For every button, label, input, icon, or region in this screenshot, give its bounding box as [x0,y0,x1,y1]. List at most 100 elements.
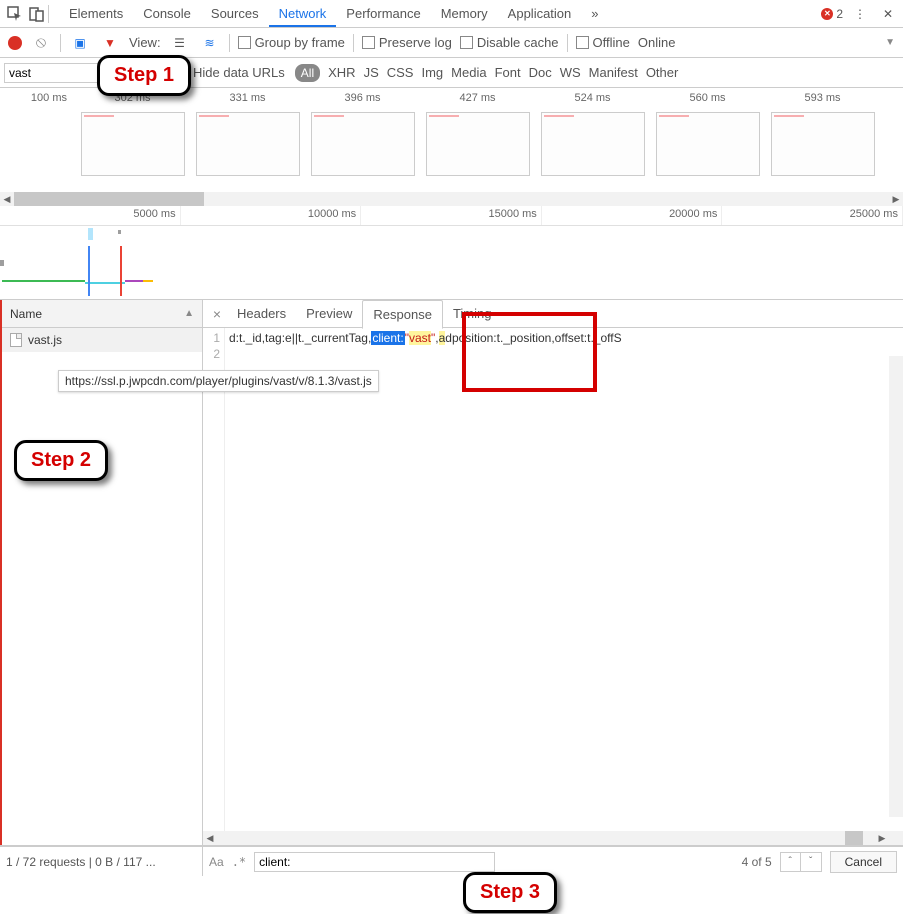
scrollbar-thumb[interactable] [845,831,863,845]
timeline-overview[interactable]: 5000 ms 10000 ms 15000 ms 20000 ms 25000… [0,206,903,300]
sort-arrow-icon: ▲ [184,308,194,319]
tab-memory[interactable]: Memory [431,0,498,27]
filter-categories: All XHR JS CSS Img Media Font Doc WS Man… [295,64,679,82]
search-prev-icon[interactable]: ˆ [781,853,801,871]
timeline-tick: 15000 ms [361,206,542,225]
hide-data-urls-checkbox[interactable]: Hide data URLs [176,65,285,80]
record-button[interactable] [8,36,22,50]
preserve-log-checkbox[interactable]: Preserve log [362,35,452,50]
filter-ws[interactable]: WS [560,65,581,80]
filmstrip-frame[interactable] [426,112,530,176]
inspect-element-icon[interactable] [4,3,26,25]
kebab-menu-icon[interactable]: ⋮ [849,3,871,25]
tab-console[interactable]: Console [133,0,201,27]
filter-all[interactable]: All [295,64,320,82]
filmstrip-tick: 427 ms [420,92,535,108]
search-input[interactable] [254,852,495,872]
disable-cache-checkbox[interactable]: Disable cache [460,35,559,50]
offline-checkbox[interactable]: Offline [576,35,630,50]
bottom-bar: 1 / 72 requests | 0 B / 117 ... Aa .* 4 … [0,846,903,876]
chevron-down-icon[interactable]: ▼ [885,37,895,48]
filter-img[interactable]: Img [421,65,443,80]
filter-font[interactable]: Font [495,65,521,80]
tab-preview[interactable]: Preview [296,300,362,327]
request-row-vast-js[interactable]: vast.js [2,328,202,352]
throttling-select[interactable]: Online [638,35,676,50]
filmstrip-frame[interactable] [771,112,875,176]
line-gutter: 1 2 [203,328,225,831]
divider [229,34,230,52]
response-code[interactable]: 1 2 d:t._id,tag:e||t._currentTag,client:… [203,328,903,831]
filmstrip-tick: 524 ms [535,92,650,108]
filmstrip-scrollbar[interactable]: ◀ ▶ [0,192,903,206]
tab-application[interactable]: Application [498,0,582,27]
scroll-right-icon[interactable]: ▶ [889,192,903,206]
large-rows-icon[interactable]: ☰ [169,32,191,54]
capture-screenshots-icon[interactable]: ▣ [69,32,91,54]
tabs-overflow-icon[interactable]: » [581,0,608,27]
filter-media[interactable]: Media [451,65,486,80]
annotation-step-3: Step 3 [463,872,557,913]
scroll-right-icon[interactable]: ▶ [875,831,889,845]
clear-button[interactable]: ⦸ [30,32,52,54]
filter-doc[interactable]: Doc [529,65,552,80]
filter-toggle-icon[interactable]: ▼ [99,32,121,54]
filmstrip-frame[interactable] [656,112,760,176]
tab-elements[interactable]: Elements [59,0,133,27]
filmstrip: 100 ms 302 ms 331 ms 396 ms 427 ms 524 m… [0,88,903,188]
view-label: View: [129,35,161,50]
tab-performance[interactable]: Performance [336,0,430,27]
close-detail-icon[interactable]: × [207,306,227,322]
filmstrip-frame[interactable] [311,112,415,176]
divider [60,34,61,52]
tab-headers[interactable]: Headers [227,300,296,327]
filmstrip-frame[interactable] [196,112,300,176]
divider [353,34,354,52]
device-toolbar-icon[interactable] [26,3,48,25]
regex-toggle[interactable]: .* [232,855,246,869]
group-by-frame-checkbox[interactable]: Group by frame [238,35,345,50]
error-count-badge[interactable]: ✕ 2 [821,7,843,21]
devtools-main-tabs: Elements Console Sources Network Perform… [0,0,903,28]
divider [48,5,49,23]
timeline-tick: 20000 ms [542,206,723,225]
filmstrip-tick: 560 ms [650,92,765,108]
vertical-scrollbar[interactable] [889,356,903,817]
waterfall-view-icon[interactable]: ≋ [199,32,221,54]
request-summary: 1 / 72 requests | 0 B / 117 ... [0,847,203,876]
search-next-icon[interactable]: ˇ [801,853,821,871]
filter-manifest[interactable]: Manifest [589,65,638,80]
annotation-step-2: Step 2 [14,440,108,481]
tab-sources[interactable]: Sources [201,0,269,27]
tab-response[interactable]: Response [362,300,443,329]
code-content: d:t._id,tag:e||t._currentTag,client:"vas… [225,328,903,831]
tab-timing[interactable]: Timing [443,300,502,327]
filter-xhr[interactable]: XHR [328,65,355,80]
tab-network[interactable]: Network [269,0,337,27]
timeline-tick: 25000 ms [722,206,903,225]
filmstrip-frame[interactable] [541,112,645,176]
annotation-step-1: Step 1 [97,55,191,96]
scroll-left-icon[interactable]: ◀ [0,192,14,206]
network-toolbar: ⦸ ▣ ▼ View: ☰ ≋ Group by frame Preserve … [0,28,903,58]
filter-css[interactable]: CSS [387,65,414,80]
match-case-toggle[interactable]: Aa [209,855,224,869]
close-devtools-icon[interactable]: ✕ [877,3,899,25]
cancel-button[interactable]: Cancel [830,851,897,873]
scroll-left-icon[interactable]: ◀ [203,831,217,845]
search-nav: ˆ ˇ [780,852,822,872]
filmstrip-tick: 396 ms [305,92,420,108]
divider [567,34,568,52]
scrollbar-thumb[interactable] [14,192,204,206]
search-hit-selected: client: [371,331,404,345]
filter-other[interactable]: Other [646,65,679,80]
error-count-value: 2 [836,7,843,21]
filter-js[interactable]: JS [364,65,379,80]
detail-tabs: × Headers Preview Response Timing [203,300,903,328]
filmstrip-tick: 593 ms [765,92,880,108]
timeline-tick: 5000 ms [0,206,181,225]
filmstrip-tick: 331 ms [190,92,305,108]
filmstrip-frame[interactable] [81,112,185,176]
response-hscrollbar[interactable]: ◀ ▶ [203,831,903,845]
name-column-header[interactable]: Name ▲ [2,300,202,328]
